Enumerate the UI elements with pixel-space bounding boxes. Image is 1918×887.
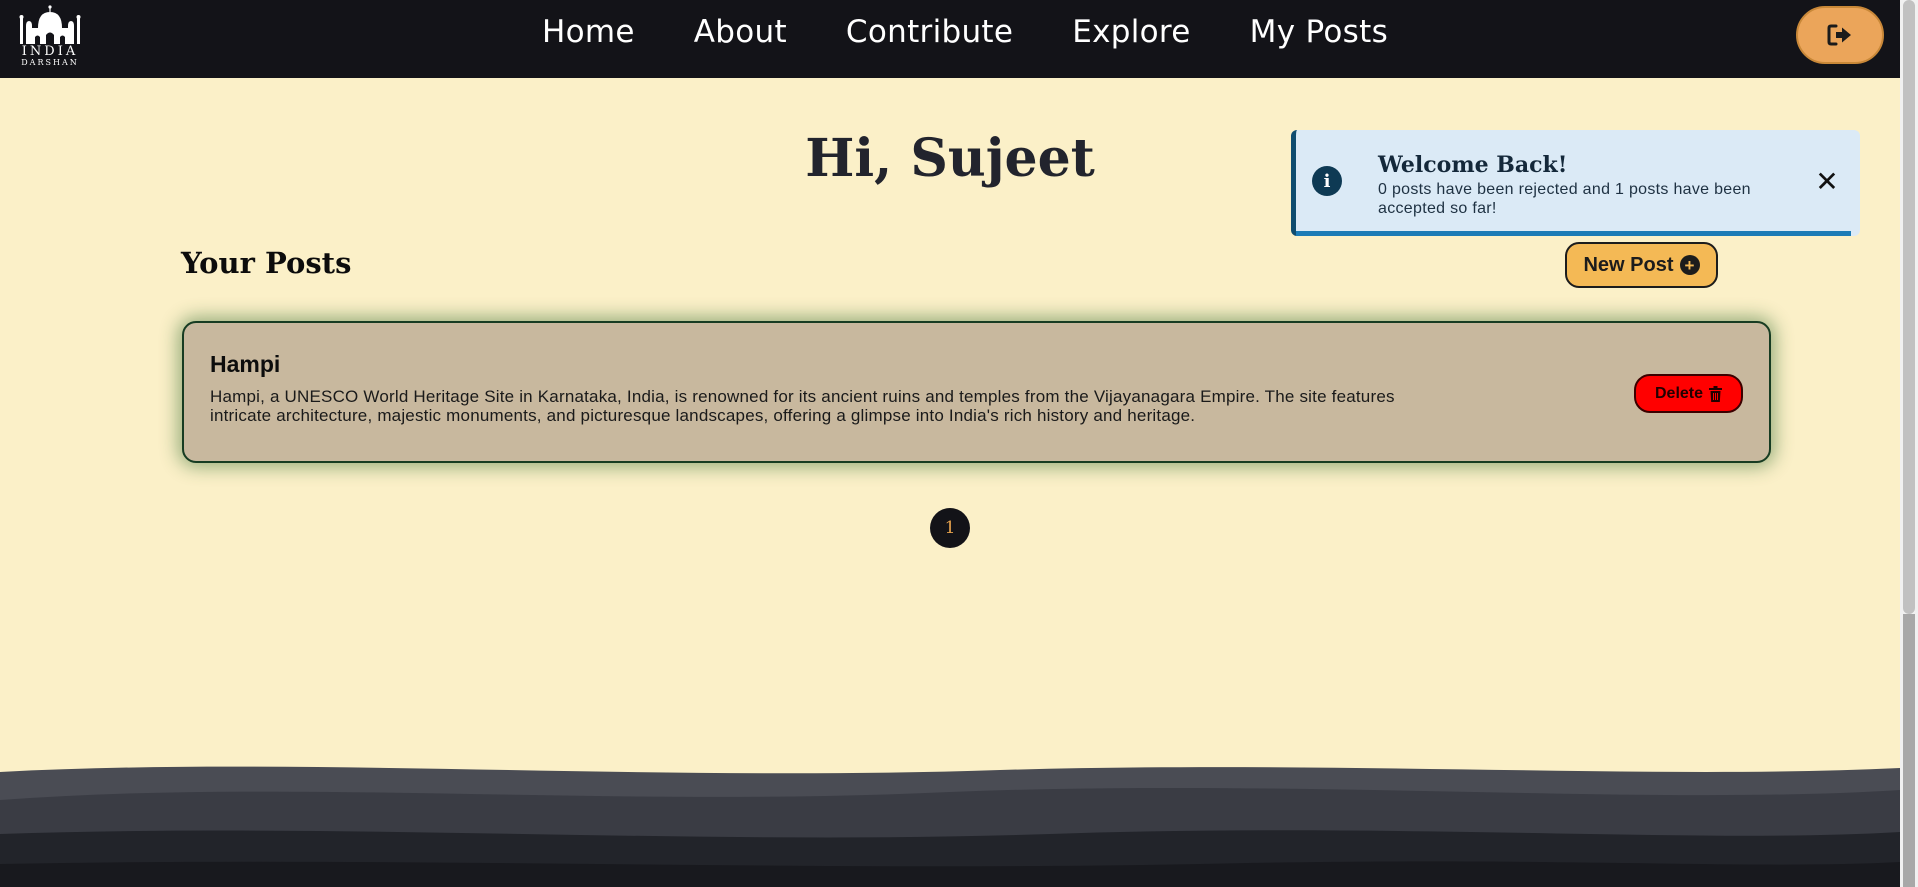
taj-mahal-logo-icon	[19, 5, 81, 44]
welcome-toast: i Welcome Back! 0 posts have been reject…	[1291, 130, 1860, 236]
pagination-page-1[interactable]: 1	[930, 508, 970, 548]
scrollbar-track-lower	[1903, 614, 1915, 887]
your-posts-heading: Your Posts	[181, 246, 352, 280]
new-post-label: New Post	[1583, 253, 1674, 276]
close-icon[interactable]: ✕	[1812, 166, 1842, 197]
trash-icon	[1709, 385, 1723, 402]
toast-title: Welcome Back!	[1378, 152, 1568, 178]
scrollbar-thumb[interactable]	[1903, 0, 1915, 614]
toast-progress-bar	[1296, 231, 1851, 236]
delete-label: Delete	[1654, 384, 1704, 402]
footer-waves	[0, 766, 1900, 887]
new-post-button[interactable]: New Post +	[1565, 242, 1718, 288]
nav-contribute[interactable]: Contribute	[846, 14, 1013, 50]
nav-explore[interactable]: Explore	[1072, 14, 1190, 50]
navbar: INDIA DARSHAN Home About Contribute Expl…	[0, 0, 1900, 78]
post-title: Hampi	[210, 351, 281, 377]
nav-about[interactable]: About	[694, 14, 787, 50]
nav-home[interactable]: Home	[542, 14, 635, 50]
main-nav: Home About Contribute Explore My Posts	[542, 14, 1447, 50]
plus-circle-icon: +	[1679, 255, 1700, 275]
logout-button[interactable]	[1796, 6, 1884, 64]
toast-message: 0 posts have been rejected and 1 posts h…	[1378, 181, 1751, 217]
site-logo[interactable]: INDIA DARSHAN	[12, 4, 88, 70]
logo-text-darshan: DARSHAN	[21, 58, 79, 67]
page-scrollbar[interactable]	[1900, 0, 1918, 887]
logo-text-india: INDIA	[21, 44, 79, 59]
post-description: Hampi, a UNESCO World Heritage Site in K…	[210, 387, 1395, 425]
info-icon: i	[1312, 166, 1342, 196]
sign-out-icon	[1827, 24, 1851, 46]
delete-post-button[interactable]: Delete	[1634, 374, 1743, 413]
nav-my-posts[interactable]: My Posts	[1250, 14, 1388, 50]
post-card: Hampi Hampi, a UNESCO World Heritage Sit…	[182, 321, 1771, 463]
